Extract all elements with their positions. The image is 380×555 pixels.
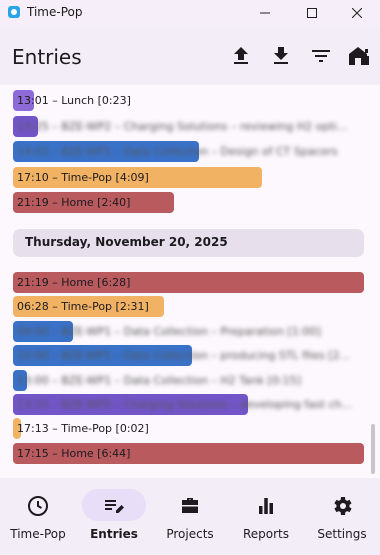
briefcase-icon bbox=[178, 494, 202, 518]
entry-label: 17:13 – Time-Pop [0:02] bbox=[17, 422, 149, 436]
entry-label: 13:15 – BZE-WP2 – Charging Solutions – d… bbox=[17, 398, 352, 411]
download-icon bbox=[274, 47, 288, 64]
app-bar: Entries bbox=[0, 26, 380, 85]
nav-item-reports[interactable]: Reports bbox=[228, 478, 304, 555]
entry-row[interactable]: 10:00 – BZE-WP1 – Data Collection – prod… bbox=[13, 345, 364, 367]
day-header-label: Thursday, November 20, 2025 bbox=[25, 235, 228, 249]
entry-row[interactable]: 13:01 – Lunch [0:23] bbox=[13, 90, 364, 111]
upload-button[interactable] bbox=[229, 44, 253, 68]
bottom-navigation: Time-Pop Entries Projects Reports Settings bbox=[0, 478, 380, 555]
minimize-icon bbox=[260, 12, 270, 14]
entry-row[interactable]: 21:19 – Home [2:40] bbox=[13, 192, 364, 213]
nav-item-settings[interactable]: Settings bbox=[304, 478, 380, 555]
window-titlebar: Time-Pop bbox=[0, 0, 380, 26]
minimize-button[interactable] bbox=[242, 0, 288, 26]
nav-item-projects[interactable]: Projects bbox=[152, 478, 228, 555]
entry-label: 17:10 – Time-Pop [4:09] bbox=[17, 170, 149, 184]
page-title: Entries bbox=[12, 45, 82, 69]
entry-label: 17:15 – Home [6:44] bbox=[17, 446, 131, 460]
nav-item-entries[interactable]: Entries bbox=[76, 478, 152, 555]
entry-row[interactable]: 17:10 – Time-Pop [4:09] bbox=[13, 166, 364, 188]
entry-row[interactable]: 13:25 – BZE-WP2 – Charging Solutions – r… bbox=[13, 115, 364, 137]
entry-label: 06:28 – Time-Pop [2:31] bbox=[17, 300, 149, 314]
clock-icon bbox=[26, 494, 50, 518]
entry-row[interactable]: 21:19 – Home [6:28] bbox=[13, 272, 364, 293]
home-button[interactable] bbox=[348, 44, 372, 68]
entry-label: 09:00 – BZE-WP1 – Data Collection – Prep… bbox=[17, 324, 321, 338]
nav-label: Entries bbox=[90, 527, 138, 541]
window-title: Time-Pop bbox=[27, 5, 83, 19]
entry-row[interactable]: 17:13 – Time-Pop [0:02] bbox=[13, 418, 364, 440]
entry-label: 13:25 – BZE-WP2 – Charging Solutions – r… bbox=[17, 119, 348, 133]
bar-chart-icon bbox=[254, 494, 278, 518]
entry-label: 13:01 – Lunch [0:23] bbox=[17, 94, 131, 107]
entry-row[interactable]: 06:28 – Time-Pop [2:31] bbox=[13, 296, 364, 318]
close-icon bbox=[352, 8, 362, 18]
entry-label: 14:03 – BZE-WP1 – Data Collection – Desi… bbox=[17, 145, 338, 158]
maximize-button[interactable] bbox=[289, 0, 335, 26]
scrollbar-thumb[interactable] bbox=[371, 424, 375, 474]
entries-list[interactable]: Thursday, November 20, 2025 13:01 – Lunc… bbox=[0, 85, 380, 478]
nav-label: Reports bbox=[242, 527, 290, 541]
download-button[interactable] bbox=[269, 44, 293, 68]
gear-icon bbox=[330, 494, 354, 518]
filter-icon bbox=[312, 50, 330, 62]
entry-label: 10:00 – BZE-WP1 – Data Collection – prod… bbox=[17, 349, 351, 363]
entry-row[interactable]: 13:00 – BZE-WP1 – Data Collection – H2 T… bbox=[13, 369, 364, 391]
nav-label: Time-Pop bbox=[10, 527, 66, 541]
close-button[interactable] bbox=[334, 0, 380, 26]
home-icon bbox=[349, 47, 369, 65]
entry-label: 21:19 – Home [6:28] bbox=[17, 276, 131, 289]
upload-icon bbox=[234, 47, 248, 64]
filter-button[interactable] bbox=[309, 44, 333, 68]
entry-label: 21:19 – Home [2:40] bbox=[17, 196, 131, 209]
entry-row[interactable]: 09:00 – BZE-WP1 – Data Collection – Prep… bbox=[13, 320, 364, 342]
nav-item-time-pop[interactable]: Time-Pop bbox=[0, 478, 76, 555]
entry-row[interactable]: 17:15 – Home [6:44] bbox=[13, 442, 364, 464]
edit-list-icon bbox=[102, 494, 126, 518]
day-header: Thursday, November 20, 2025 bbox=[13, 229, 364, 257]
nav-label: Settings bbox=[317, 527, 367, 541]
nav-label: Projects bbox=[166, 527, 214, 541]
entry-row[interactable]: 14:03 – BZE-WP1 – Data Collection – Desi… bbox=[13, 141, 364, 162]
entry-label: 13:00 – BZE-WP1 – Data Collection – H2 T… bbox=[17, 373, 301, 387]
app-logo-icon bbox=[8, 6, 20, 18]
maximize-icon bbox=[307, 8, 317, 18]
entry-row[interactable]: 13:15 – BZE-WP2 – Charging Solutions – d… bbox=[13, 394, 364, 415]
